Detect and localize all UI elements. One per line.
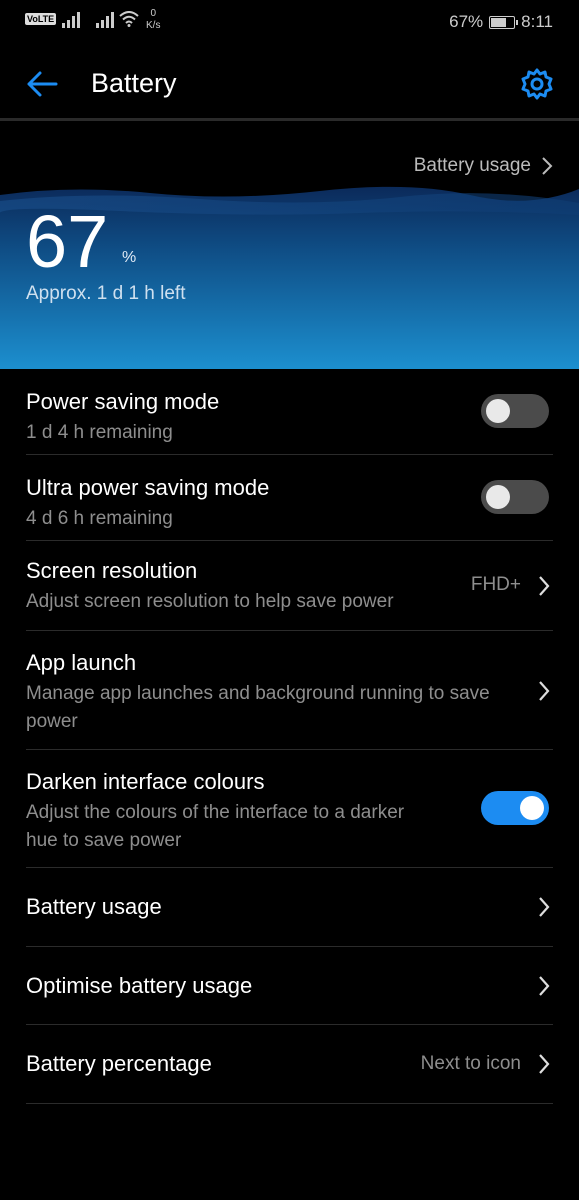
battery-time-left: Approx. 1 d 1 h left (26, 283, 186, 304)
battery-level-fill (491, 17, 506, 27)
gear-icon (521, 68, 553, 100)
back-button[interactable] (22, 64, 62, 104)
battery-usage-row[interactable]: Battery usage (26, 868, 553, 947)
status-bar: VoLTE 0 K/s 67% 8:11 (0, 0, 579, 44)
chevron-right-icon (539, 976, 550, 996)
app-bar: Battery (0, 44, 579, 121)
app-launch-subtitle-line2: power (26, 711, 78, 732)
ultra-power-saving-mode-subtitle: 4 d 6 h remaining (26, 508, 173, 529)
chevron-right-icon (539, 576, 550, 596)
volte-badge: VoLTE (25, 13, 57, 25)
battery-percentage-row[interactable]: Battery percentage Next to icon (26, 1025, 553, 1104)
power-saving-mode-toggle[interactable] (481, 394, 549, 428)
screen-resolution-value: FHD+ (470, 574, 521, 595)
network-speed: 0 K/s (146, 8, 160, 32)
ultra-power-saving-mode-title: Ultra power saving mode (26, 475, 270, 500)
optimise-battery-usage-row[interactable]: Optimise battery usage (26, 947, 553, 1025)
darken-interface-colours-title: Darken interface colours (26, 769, 265, 794)
optimise-battery-usage-title: Optimise battery usage (26, 973, 253, 998)
power-saving-mode-subtitle: 1 d 4 h remaining (26, 422, 173, 443)
toggle-knob (486, 399, 510, 423)
battery-percentage-large: 67 (26, 200, 109, 283)
battery-percentage-sign: % (122, 249, 137, 266)
power-saving-mode-row[interactable]: Power saving mode 1 d 4 h remaining (26, 369, 553, 455)
darken-interface-colours-toggle[interactable] (481, 791, 549, 825)
chevron-right-icon (539, 681, 550, 701)
screen-resolution-subtitle: Adjust screen resolution to help save po… (26, 591, 394, 612)
network-speed-value: 0 (150, 8, 156, 19)
app-launch-title: App launch (26, 650, 137, 675)
ultra-power-saving-mode-row[interactable]: Ultra power saving mode 4 d 6 h remainin… (26, 455, 553, 541)
app-launch-subtitle-line1: Manage app launches and background runni… (26, 683, 490, 704)
battery-hero: Battery usage 67 % Approx. 1 d 1 h left (0, 121, 579, 369)
page-title: Battery (91, 68, 177, 98)
arrow-left-icon (27, 71, 58, 97)
screen-resolution-title: Screen resolution (26, 558, 198, 583)
battery-usage-link[interactable]: Battery usage (414, 155, 553, 177)
darken-interface-colours-row[interactable]: Darken interface colours Adjust the colo… (26, 750, 553, 868)
wifi-icon (119, 11, 139, 27)
app-launch-row[interactable]: App launch Manage app launches and backg… (26, 631, 553, 750)
battery-icon (489, 15, 519, 29)
chevron-right-icon (539, 897, 550, 917)
screen-resolution-row[interactable]: Screen resolution Adjust screen resoluti… (26, 541, 553, 631)
settings-list: Power saving mode 1 d 4 h remaining Ultr… (0, 369, 579, 1104)
network-speed-unit: K/s (146, 20, 161, 31)
settings-button[interactable] (517, 64, 557, 104)
power-saving-mode-title: Power saving mode (26, 389, 220, 414)
toggle-knob (486, 485, 510, 509)
battery-percentage-title: Battery percentage (26, 1051, 212, 1076)
battery-usage-title: Battery usage (26, 894, 162, 919)
signal-strength-icon (96, 12, 114, 28)
battery-percent-text: 67% (449, 12, 484, 31)
signal-strength-icon (62, 12, 80, 28)
toggle-knob (520, 796, 544, 820)
battery-percentage-value: Next to icon (420, 1053, 521, 1074)
darken-interface-colours-subtitle-line1: Adjust the colours of the interface to a… (26, 802, 405, 823)
ultra-power-saving-mode-toggle[interactable] (481, 480, 549, 514)
chevron-right-icon (542, 157, 553, 175)
chevron-right-icon (539, 1054, 550, 1074)
darken-interface-colours-subtitle-line2: hue to save power (26, 830, 182, 851)
battery-usage-link-label: Battery usage (413, 155, 531, 176)
status-right: 67% 8:11 (449, 12, 553, 32)
clock: 8:11 (521, 12, 553, 31)
